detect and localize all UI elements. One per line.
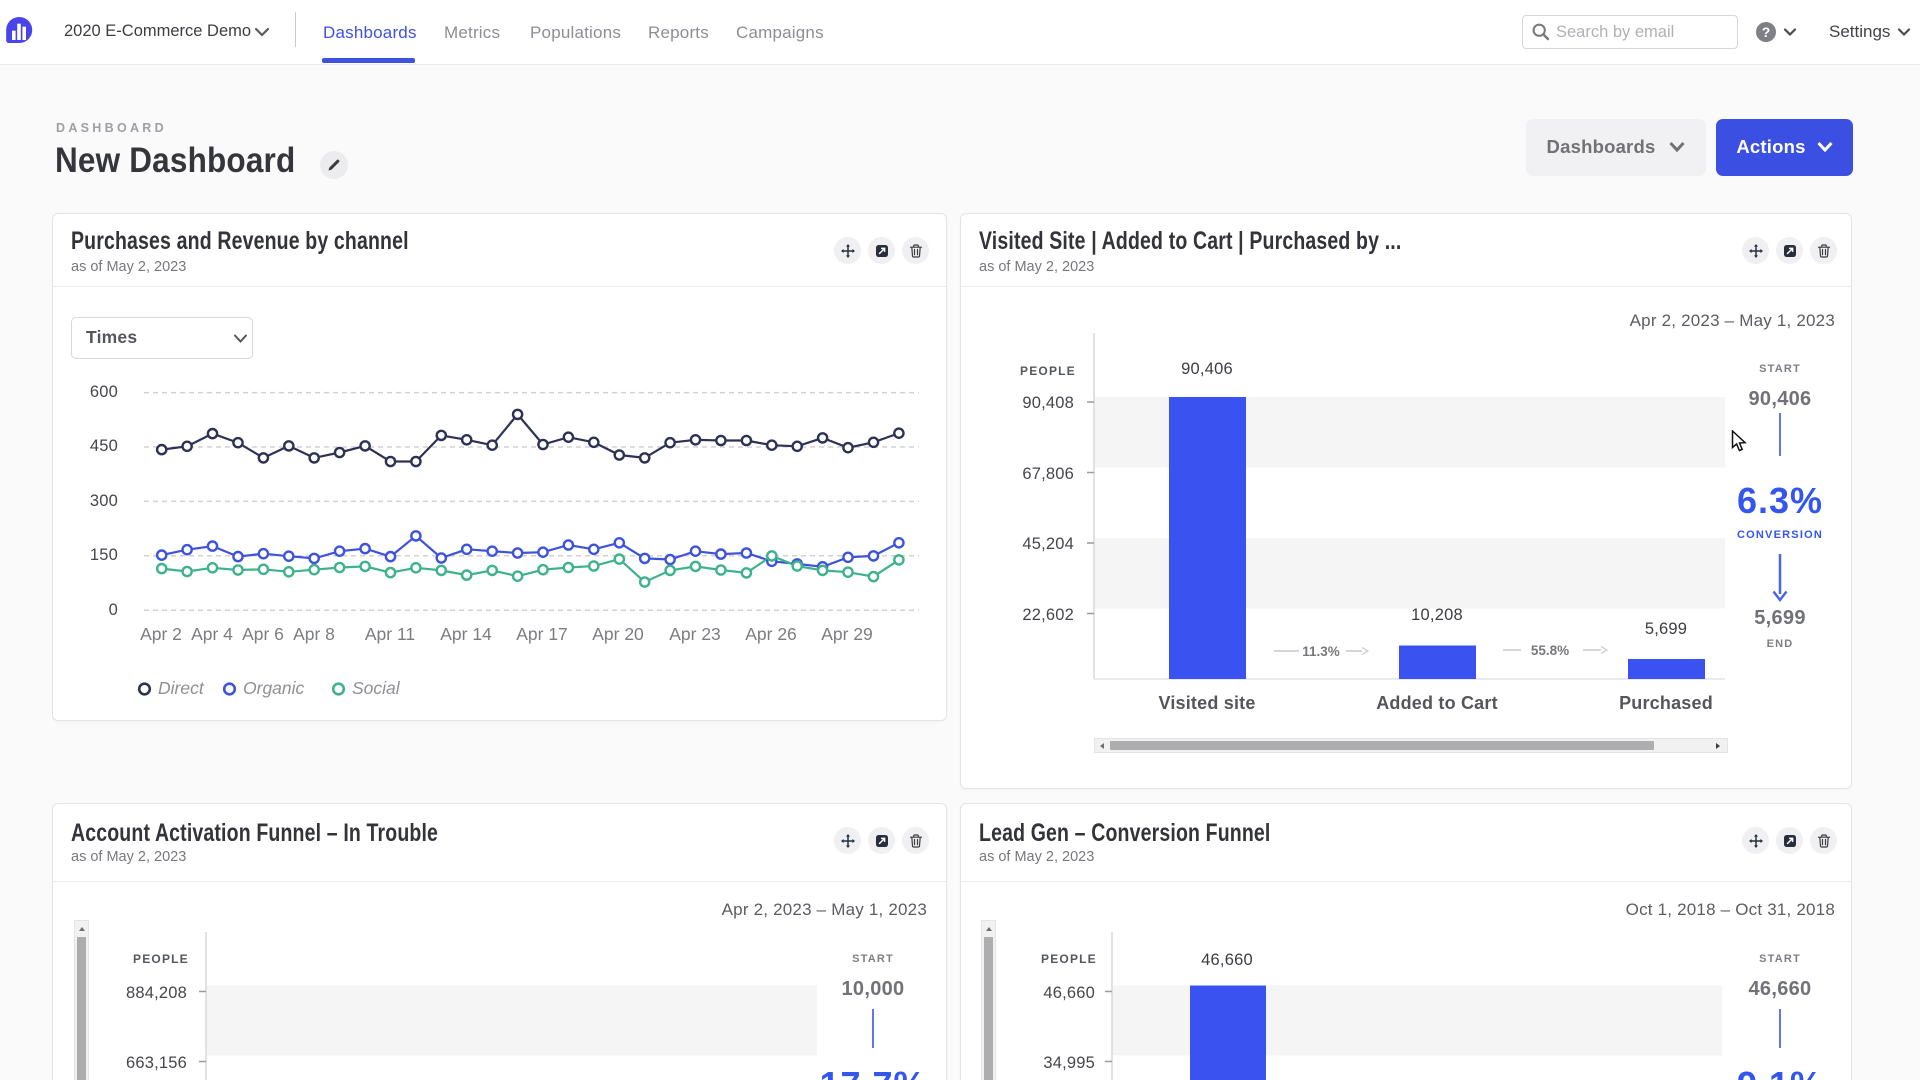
svg-text:Apr 2: Apr 2 <box>140 624 182 644</box>
svg-text:Apr 29: Apr 29 <box>821 624 873 644</box>
svg-text:Apr 11: Apr 11 <box>365 624 415 644</box>
svg-text:Apr 23: Apr 23 <box>669 624 721 644</box>
svg-text:Apr 6: Apr 6 <box>242 624 284 644</box>
svg-text:Apr 20: Apr 20 <box>592 624 644 644</box>
svg-text:Apr 8: Apr 8 <box>293 624 335 644</box>
svg-text:Apr 4: Apr 4 <box>191 624 233 644</box>
svg-text:Apr 17: Apr 17 <box>516 624 568 644</box>
svg-text:Apr 14: Apr 14 <box>440 624 492 644</box>
svg-text:Apr 26: Apr 26 <box>745 624 797 644</box>
